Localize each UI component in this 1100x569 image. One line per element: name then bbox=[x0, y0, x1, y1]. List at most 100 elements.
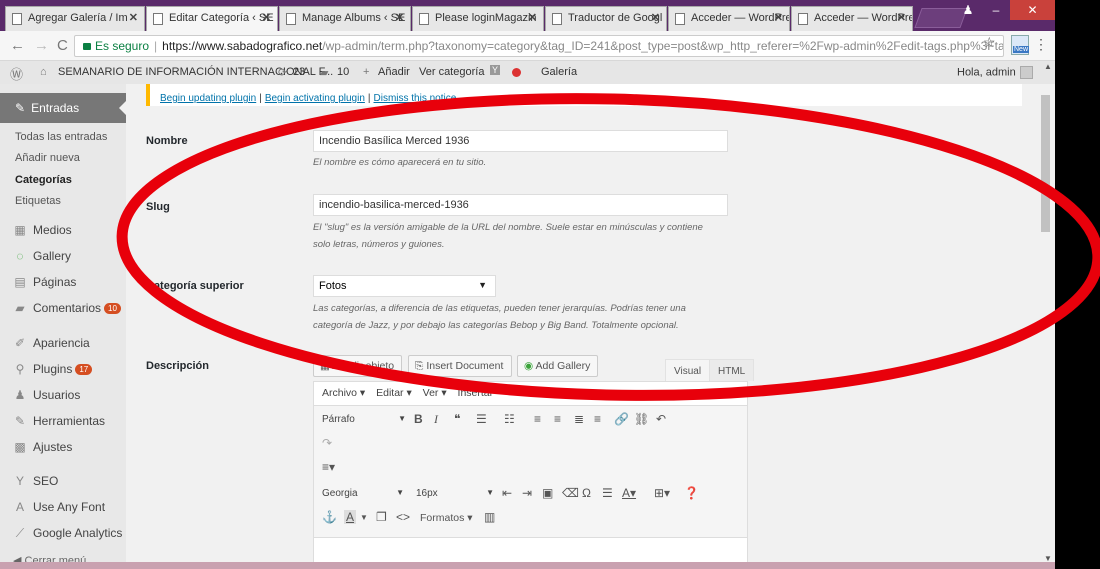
submenu-all-posts[interactable]: Todas las entradas bbox=[15, 131, 107, 143]
account-menu[interactable]: Hola, admin bbox=[957, 66, 1033, 79]
background-color-icon[interactable]: A bbox=[344, 510, 357, 524]
chevron-down-icon[interactable]: ▼ bbox=[360, 513, 368, 522]
yoast-icon[interactable]: Y bbox=[490, 65, 501, 75]
bullet-list-icon[interactable]: ☰ bbox=[476, 412, 487, 426]
sidebar-item-entradas[interactable]: ✎ Entradas bbox=[0, 93, 126, 123]
close-icon[interactable]: ✕ bbox=[774, 11, 783, 24]
format-select[interactable]: Párrafo ▼ bbox=[322, 412, 406, 430]
menu-view[interactable]: Ver ▾ bbox=[423, 387, 447, 399]
browser-tab-0[interactable]: Agregar Galería / Im ✕ bbox=[5, 6, 145, 31]
parent-category-select[interactable]: Fotos ▼ bbox=[313, 275, 496, 297]
indent-icon[interactable]: ≡▾ bbox=[322, 460, 335, 474]
sidebar-item-medios[interactable]: ▦ Medios bbox=[13, 223, 71, 237]
align-right-icon[interactable]: ≡ bbox=[594, 412, 601, 426]
horizontal-rule-icon[interactable]: ☰ bbox=[602, 486, 613, 500]
align-left-icon[interactable]: ≡ bbox=[534, 412, 541, 426]
tab-visual[interactable]: Visual bbox=[665, 359, 711, 381]
paste-icon[interactable]: ▣ bbox=[542, 486, 553, 500]
bold-icon[interactable]: B bbox=[414, 412, 423, 426]
browser-tab-3[interactable]: Please loginMagazin ✕ bbox=[412, 6, 544, 31]
comments-count[interactable]: 10 bbox=[337, 66, 349, 78]
link-icon[interactable]: 🔗 bbox=[614, 412, 629, 426]
sidebar-item-paginas[interactable]: ▤ Páginas bbox=[13, 275, 76, 289]
browser-tab-6[interactable]: Acceder — WordPre ✕ bbox=[791, 6, 913, 31]
help-icon[interactable]: ❓ bbox=[684, 486, 699, 500]
sidebar-item-ajustes[interactable]: ▩ Ajustes bbox=[13, 440, 72, 454]
formats-menu[interactable]: Formatos ▾ bbox=[420, 512, 473, 524]
copy-icon[interactable]: ❐ bbox=[376, 510, 387, 524]
menu-insert[interactable]: Insertar bbox=[458, 387, 494, 399]
close-icon[interactable]: ✕ bbox=[262, 11, 271, 24]
browser-tab-5[interactable]: Acceder — WordPre ✕ bbox=[668, 6, 790, 31]
forward-icon[interactable]: → bbox=[34, 37, 49, 54]
blockquote-icon[interactable]: ❝ bbox=[454, 412, 460, 426]
text-color-icon[interactable]: A▾ bbox=[622, 486, 636, 500]
outdent-icon[interactable]: ⇤ bbox=[502, 486, 512, 500]
browser-menu-icon[interactable]: ⋮ bbox=[1034, 36, 1048, 53]
submenu-tags[interactable]: Etiquetas bbox=[15, 195, 61, 207]
menu-edit[interactable]: Editar ▾ bbox=[376, 387, 412, 399]
update-plugin-link[interactable]: Begin updating plugin bbox=[160, 93, 256, 104]
sidebar-item-usuarios[interactable]: ♟ Usuarios bbox=[13, 388, 81, 402]
reload-icon[interactable]: C bbox=[57, 37, 68, 54]
undo-icon[interactable]: ↶ bbox=[656, 412, 666, 426]
submenu-categories[interactable]: Categorías bbox=[15, 174, 72, 186]
font-family-select[interactable]: Georgia ▼ bbox=[322, 486, 404, 504]
italic-icon[interactable]: I bbox=[434, 412, 438, 427]
slug-field[interactable]: incendio-basilica-merced-1936 bbox=[313, 194, 728, 216]
browser-tab-2[interactable]: Manage Albums ‹ SE ✕ bbox=[279, 6, 411, 31]
align-center-icon[interactable]: ≡ bbox=[554, 412, 561, 426]
clear-format-icon[interactable]: ⌫ bbox=[562, 486, 579, 500]
activate-plugin-link[interactable]: Begin activating plugin bbox=[265, 93, 365, 104]
sidebar-item-apariencia[interactable]: ✐ Apariencia bbox=[13, 336, 90, 350]
extension-icon[interactable]: New bbox=[1011, 35, 1030, 55]
redo-icon[interactable]: ↷ bbox=[322, 436, 332, 450]
sidebar-item-comentarios[interactable]: ▰ Comentarios 10 bbox=[13, 301, 121, 315]
browser-tab-4[interactable]: Traductor de Googl ✕ bbox=[545, 6, 667, 31]
special-char-icon[interactable]: Ω bbox=[582, 486, 591, 500]
add-media-button[interactable]: ▦ Añadir objeto bbox=[313, 355, 402, 377]
columns-icon[interactable]: ▥ bbox=[484, 510, 495, 524]
updates-count[interactable]: 23 bbox=[293, 66, 305, 78]
close-icon[interactable]: ✕ bbox=[651, 11, 660, 24]
dismiss-notice-link[interactable]: Dismiss this notice bbox=[374, 93, 457, 104]
code-icon[interactable]: <> bbox=[396, 510, 410, 524]
align-justify-icon[interactable]: ≣ bbox=[574, 412, 584, 426]
indent-more-icon[interactable]: ⇥ bbox=[522, 486, 532, 500]
unlink-icon[interactable]: ⛓ bbox=[634, 412, 649, 426]
add-new-link[interactable]: Añadir bbox=[378, 66, 410, 78]
close-icon[interactable]: ✕ bbox=[897, 11, 906, 24]
sidebar-item-google-analytics[interactable]: ⟋ Google Analytics bbox=[13, 526, 123, 541]
wordpress-logo-icon[interactable]: Ⓦ bbox=[10, 64, 23, 83]
back-icon[interactable]: ← bbox=[10, 37, 25, 54]
browser-tab-1[interactable]: Editar Categoría ‹ SE ✕ bbox=[146, 6, 278, 31]
gallery-link[interactable]: Galería bbox=[541, 66, 577, 78]
view-category-link[interactable]: Ver categoría bbox=[419, 66, 484, 78]
scroll-up-arrow[interactable]: ▲ bbox=[1044, 62, 1052, 71]
font-size-select[interactable]: 16px ▼ bbox=[416, 486, 494, 504]
bookmark-star-icon[interactable]: ☆ bbox=[983, 34, 996, 51]
minimize-button[interactable]: – bbox=[982, 0, 1010, 20]
user-icon[interactable]: ♟ bbox=[954, 0, 982, 20]
name-field[interactable]: Incendio Basílica Merced 1936 bbox=[313, 130, 728, 152]
numbered-list-icon[interactable]: ☷ bbox=[504, 412, 515, 426]
sidebar-item-use-any-font[interactable]: A Use Any Font bbox=[13, 500, 105, 514]
sidebar-item-gallery[interactable]: ◌ Gallery bbox=[13, 249, 71, 263]
anchor-icon[interactable]: ⚓ bbox=[322, 510, 337, 524]
site-name-link[interactable]: SEMANARIO DE INFORMACIÓN INTERNACIONAL F… bbox=[58, 66, 333, 78]
submenu-add-new[interactable]: Añadir nueva bbox=[15, 152, 80, 164]
close-icon[interactable]: ✕ bbox=[528, 11, 537, 24]
add-gallery-button[interactable]: ◉ Add Gallery bbox=[517, 355, 598, 377]
menu-file[interactable]: Archivo ▾ bbox=[322, 387, 365, 399]
close-icon[interactable]: ✕ bbox=[395, 11, 404, 24]
close-window-button[interactable]: ✕ bbox=[1010, 0, 1055, 20]
close-icon[interactable]: ✕ bbox=[129, 11, 138, 24]
table-icon[interactable]: ⊞▾ bbox=[654, 486, 670, 500]
tab-html[interactable]: HTML bbox=[709, 359, 755, 381]
scrollbar-thumb[interactable] bbox=[1041, 95, 1050, 232]
insert-document-button[interactable]: ⎘ Insert Document bbox=[408, 355, 512, 377]
sidebar-item-seo[interactable]: Y SEO bbox=[13, 474, 58, 488]
address-bar[interactable]: Es seguro | https://www.sabadografico.net/… bbox=[74, 35, 1004, 57]
sidebar-item-herramientas[interactable]: ✎ Herramientas bbox=[13, 414, 105, 428]
sidebar-item-plugins[interactable]: ⚲ Plugins 17 bbox=[13, 362, 93, 376]
